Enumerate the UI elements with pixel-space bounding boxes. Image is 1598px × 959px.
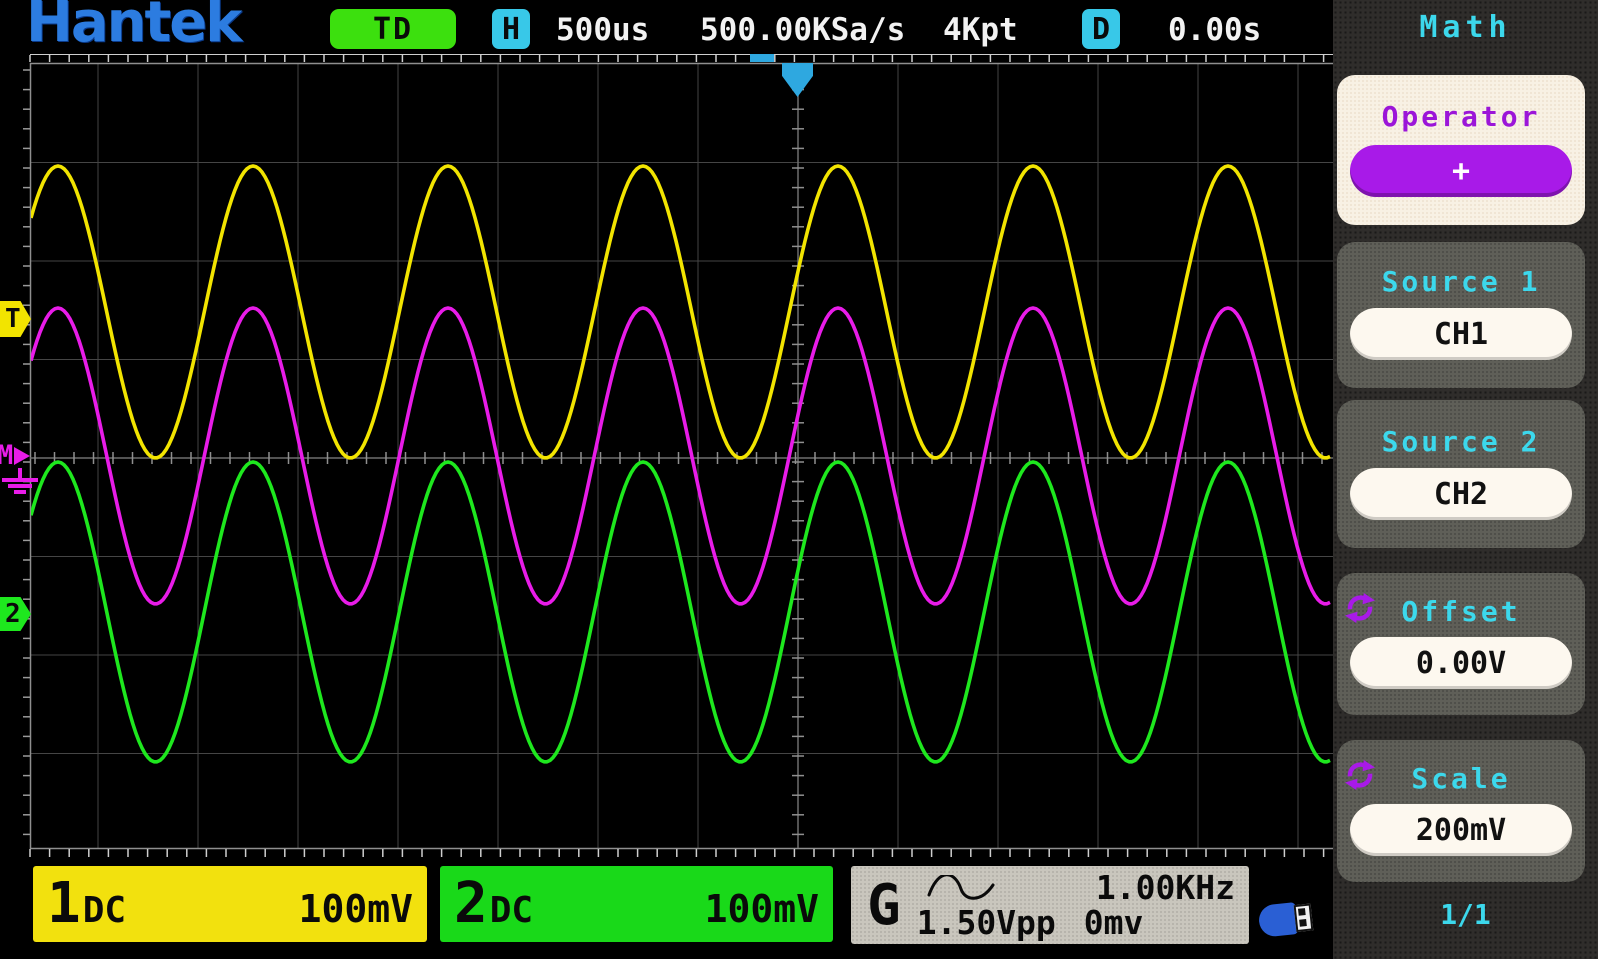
oscilloscope-screen: Hantek TD H 500us 500.00KSa/s 4Kpt D 0.0… <box>0 0 1598 959</box>
waveform-ch2 <box>31 460 1331 764</box>
math-marker-label: M <box>0 440 14 471</box>
ruler-window-position-indicator <box>750 54 774 62</box>
waveform-ch1 <box>31 164 1331 460</box>
math-marker-arrow-icon <box>14 447 31 465</box>
channel2-marker-label: 2 <box>5 599 21 629</box>
trigger-level-marker-label: T <box>5 304 21 334</box>
math-position-marker[interactable]: M <box>0 440 48 500</box>
graticule-canvas <box>23 54 1333 857</box>
ground-symbol-icon <box>0 468 48 498</box>
